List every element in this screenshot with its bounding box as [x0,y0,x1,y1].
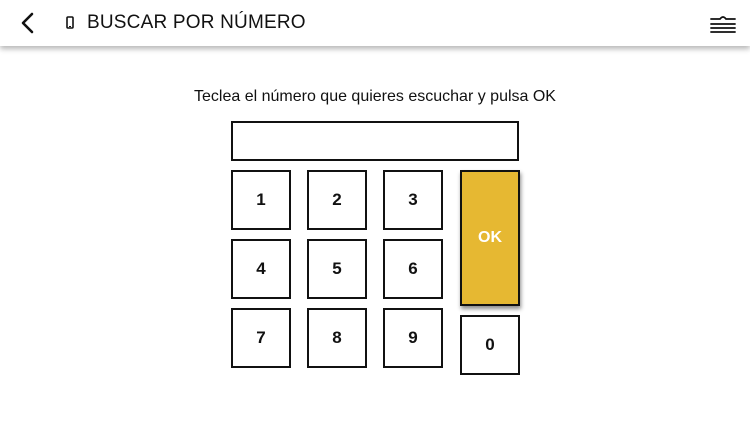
key-6[interactable]: 6 [383,239,443,299]
page-title: BUSCAR POR NÚMERO [87,12,306,33]
key-3[interactable]: 3 [383,170,443,230]
key-5[interactable]: 5 [307,239,367,299]
key-4[interactable]: 4 [231,239,291,299]
key-7[interactable]: 7 [231,308,291,368]
instruction-text: Teclea el número que quieres escuchar y … [194,88,556,105]
mobile-phone-icon [66,16,74,29]
chevron-left-icon [21,12,34,34]
key-8[interactable]: 8 [307,308,367,368]
key-1[interactable]: 1 [231,170,291,230]
menu-icon [710,16,736,33]
key-0[interactable]: 0 [460,315,520,375]
key-9[interactable]: 9 [383,308,443,368]
top-bar: BUSCAR POR NÚMERO [0,0,750,46]
number-input[interactable] [231,121,519,161]
ok-button[interactable]: OK [460,170,520,306]
back-button[interactable] [14,9,40,37]
key-2[interactable]: 2 [307,170,367,230]
menu-button[interactable] [708,12,738,36]
